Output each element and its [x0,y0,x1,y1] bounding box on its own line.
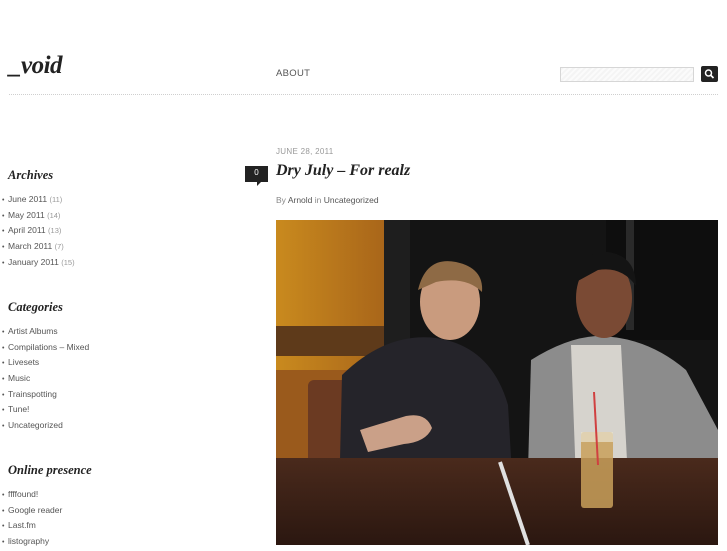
archive-link[interactable]: June 2011 [8,194,47,204]
comment-count-badge[interactable]: 0 [245,166,268,186]
archive-link[interactable]: March 2011 [8,241,52,251]
list-item: • Music [2,371,89,387]
search-icon [704,69,715,79]
post-count: (14) [47,210,61,220]
list-item: • Compilations – Mixed [2,340,89,356]
list-item: • ffffound! [2,487,62,503]
online-presence-heading: Online presence [8,463,92,477]
archives-list: • June 2011 (11) • May 2011 (14) • April 20… [2,192,75,270]
category-link[interactable]: Tune! [8,404,29,414]
post-title[interactable]: Dry July – For realz [276,162,410,180]
list-item: • Livesets [2,355,89,371]
online-link[interactable]: Last.fm [8,520,36,530]
list-item: • Trainspotting [2,387,89,403]
list-item: • Uncategorized [2,418,89,434]
site-logo[interactable]: _void [9,52,63,80]
category-link[interactable]: Music [8,373,30,383]
list-item: • Last.fm [2,518,62,534]
list-item: • Tune! [2,402,89,418]
post-count: (13) [48,226,62,236]
author-link[interactable]: Arnold [288,195,313,205]
post-count: (15) [61,257,75,267]
byline-by: By [276,195,286,205]
post-date: JUNE 28, 2011 [276,147,334,156]
archive-link[interactable]: January 2011 [8,257,59,267]
nav-about-link[interactable]: ABOUT [276,68,310,79]
post-count: (11) [49,195,63,204]
categories-heading: Categories [8,300,63,314]
online-presence-list: • ffffound! • Google reader • Last.fm • list… [2,487,62,550]
online-link[interactable]: Google reader [8,505,62,515]
list-item: • May 2011 (14) [2,208,75,224]
category-link[interactable]: Livesets [8,357,39,367]
byline-in: in [314,195,322,205]
category-link[interactable]: Artist Albums [8,326,58,336]
archive-link[interactable]: April 2011 [8,225,46,235]
list-item: • January 2011 (15) [2,255,75,271]
search-input[interactable] [560,67,694,82]
list-item: • Google reader [2,503,62,519]
post-photo [276,220,718,545]
list-item: • listography [2,534,62,550]
category-link[interactable]: Compilations – Mixed [8,342,89,352]
category-link[interactable]: Uncategorized [8,420,63,430]
post-byline: By Arnold in Uncategorized [276,195,379,205]
category-link[interactable]: Uncategorized [324,195,379,205]
archives-heading: Archives [8,168,54,182]
list-item: • June 2011 (11) [2,192,75,208]
categories-list: • Artist Albums • Compilations – Mixed • Li… [2,324,89,434]
header-divider [9,94,718,95]
search-button[interactable] [701,66,718,82]
list-item: • April 2011 (13) [2,223,75,239]
online-link[interactable]: ffffound! [8,489,38,499]
post-count: (7) [54,242,64,252]
archive-link[interactable]: May 2011 [8,210,45,220]
list-item: • Artist Albums [2,324,89,340]
list-item: • March 2011 (7) [2,239,75,255]
category-link[interactable]: Trainspotting [8,389,57,399]
